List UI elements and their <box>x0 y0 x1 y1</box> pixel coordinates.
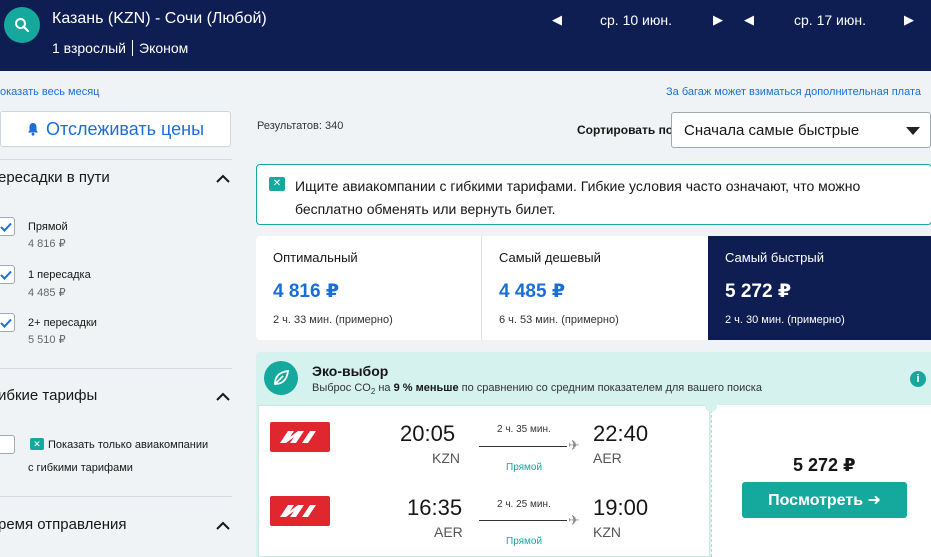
route-title[interactable]: Казань (KZN) - Сочи (Любой) <box>52 10 267 28</box>
flex-option-label-2[interactable]: с гибкими тарифами <box>28 462 133 474</box>
route-line <box>479 446 567 447</box>
arrival-airport: AER <box>593 450 622 466</box>
return-next-date-arrow[interactable]: ▶ <box>904 12 914 28</box>
search-header: Казань (KZN) - Сочи (Любой) 1 взрослый Э… <box>0 0 931 71</box>
stops-label: Прямой <box>506 462 543 473</box>
baggage-fee-link[interactable]: За багаж может взиматься дополнительная … <box>666 86 931 98</box>
stops-one-checkbox[interactable] <box>0 265 15 284</box>
airline-logo <box>270 496 330 526</box>
stops-two-plus-checkbox[interactable] <box>0 313 15 332</box>
eco-subtitle-text: по сравнению со средним показателем для … <box>458 382 762 394</box>
flexible-ticket-icon: ✕ <box>269 177 285 191</box>
stops-option-label[interactable]: Прямой <box>28 221 68 233</box>
sort-label: Сортировать по <box>577 123 674 137</box>
eco-title: Эко-выбор <box>312 363 389 379</box>
bell-icon <box>27 123 38 136</box>
depart-prev-date-arrow[interactable]: ◀ <box>552 12 562 28</box>
airline-logo <box>270 422 330 452</box>
flexible-fares-text: Ищите авиакомпании с гибкими тарифами. Г… <box>295 178 861 217</box>
tab-price: 5 272 ₽ <box>725 281 792 302</box>
leaf-icon <box>264 361 298 395</box>
search-button[interactable] <box>4 7 40 43</box>
passengers-count: 1 взрослый <box>52 40 126 56</box>
stops-option-label[interactable]: 1 пересадка <box>28 269 91 281</box>
return-date[interactable]: ср. 17 июн. <box>794 12 866 28</box>
eco-subtitle: Выброс CO2 на 9 % меньше по сравнению со… <box>312 382 762 396</box>
eco-subtitle-highlight: 9 % меньше <box>393 382 459 394</box>
ticket-notch <box>705 400 717 412</box>
traveler-summary[interactable]: 1 взрослый Эконом <box>52 40 188 56</box>
stops-direct-checkbox[interactable] <box>0 217 15 236</box>
divider <box>0 159 232 160</box>
flexible-fares-banner: ✕ Ищите авиакомпании с гибкими тарифами.… <box>256 164 931 225</box>
info-icon[interactable]: i <box>910 371 926 387</box>
ticket-price: 5 272 ₽ <box>793 455 856 475</box>
view-deal-button[interactable]: Посмотреть ➜ <box>742 482 907 518</box>
arrival-time: 19:00 <box>593 495 649 520</box>
track-prices-button[interactable]: Отслеживать цены <box>0 111 231 147</box>
checkmark-icon <box>0 318 12 328</box>
flex-only-checkbox[interactable] <box>0 435 15 454</box>
airplane-icon: ✈ <box>568 437 580 453</box>
stops-option-price: 5 510 ₽ <box>28 334 66 346</box>
tab-label: Оптимальный <box>273 250 358 265</box>
caret-down-icon <box>906 127 920 135</box>
sort-dropdown-value: Сначала самые быстрые <box>684 121 860 139</box>
tab-duration: 2 ч. 30 мин. (примерно) <box>725 314 845 326</box>
chevron-up-icon[interactable] <box>216 174 230 184</box>
stops-filter-title[interactable]: ересадки в пути <box>0 169 110 186</box>
search-icon <box>15 18 30 33</box>
eco-subtitle-text: на <box>375 382 394 394</box>
stops-label: Прямой <box>506 536 543 547</box>
flex-option-label[interactable]: Показать только авиакомпании <box>48 439 208 451</box>
divider <box>0 496 232 497</box>
depart-date[interactable]: ср. 10 июн. <box>600 12 672 28</box>
departure-time: 20:05 <box>400 421 456 446</box>
airplane-icon: ✈ <box>568 512 580 528</box>
tab-cheapest[interactable]: Самый дешевый 4 485 ₽ 6 ч. 53 мин. (прим… <box>482 236 708 340</box>
divider <box>0 368 232 369</box>
arrival-airport: KZN <box>593 524 621 540</box>
tab-price: 4 816 ₽ <box>273 281 340 302</box>
flexible-ticket-icon: ✕ <box>30 438 44 450</box>
results-count: Результатов: 340 <box>257 120 344 132</box>
sort-dropdown[interactable]: Сначала самые быстрые <box>671 112 931 148</box>
track-prices-label: Отслеживать цены <box>45 118 205 139</box>
stops-option-label[interactable]: 2+ пересадки <box>28 317 97 329</box>
flight-duration: 2 ч. 35 мин. <box>497 424 551 435</box>
tab-label: Самый быстрый <box>725 250 824 265</box>
chevron-up-icon[interactable] <box>216 521 230 531</box>
show-month-link[interactable]: оказать весь месяц <box>0 86 99 98</box>
departure-time: 16:35 <box>407 495 463 520</box>
eco-subtitle-text: Выброс CO <box>312 382 371 394</box>
checkmark-icon <box>0 270 12 280</box>
return-prev-date-arrow[interactable]: ◀ <box>744 12 754 28</box>
price-panel <box>711 405 931 557</box>
depart-next-date-arrow[interactable]: ▶ <box>713 12 723 28</box>
stops-option-price: 4 485 ₽ <box>28 287 66 299</box>
departure-airport: AER <box>434 524 463 540</box>
tab-label: Самый дешевый <box>499 250 601 265</box>
arrival-time: 22:40 <box>593 421 649 446</box>
stops-option-price: 4 816 ₽ <box>28 238 66 250</box>
departure-time-filter-title[interactable]: ремя отправления <box>0 516 126 533</box>
cabin-class: Эконом <box>139 40 189 56</box>
tab-optimal[interactable]: Оптимальный 4 816 ₽ 2 ч. 33 мин. (пример… <box>256 236 481 340</box>
departure-airport: KZN <box>432 450 460 466</box>
route-line <box>479 520 567 521</box>
tab-fastest[interactable]: Самый быстрый 5 272 ₽ 2 ч. 30 мин. (прим… <box>708 236 931 340</box>
flex-filter-title[interactable]: ибкие тарифы <box>0 387 97 404</box>
divider <box>132 40 133 56</box>
checkmark-icon <box>0 222 12 232</box>
flight-duration: 2 ч. 25 мин. <box>497 499 551 510</box>
tab-duration: 2 ч. 33 мин. (примерно) <box>273 314 393 326</box>
sort-tabs: Оптимальный 4 816 ₽ 2 ч. 33 мин. (пример… <box>256 236 931 340</box>
tab-price: 4 485 ₽ <box>499 281 566 302</box>
tab-duration: 6 ч. 53 мин. (примерно) <box>499 314 619 326</box>
chevron-up-icon[interactable] <box>216 392 230 402</box>
